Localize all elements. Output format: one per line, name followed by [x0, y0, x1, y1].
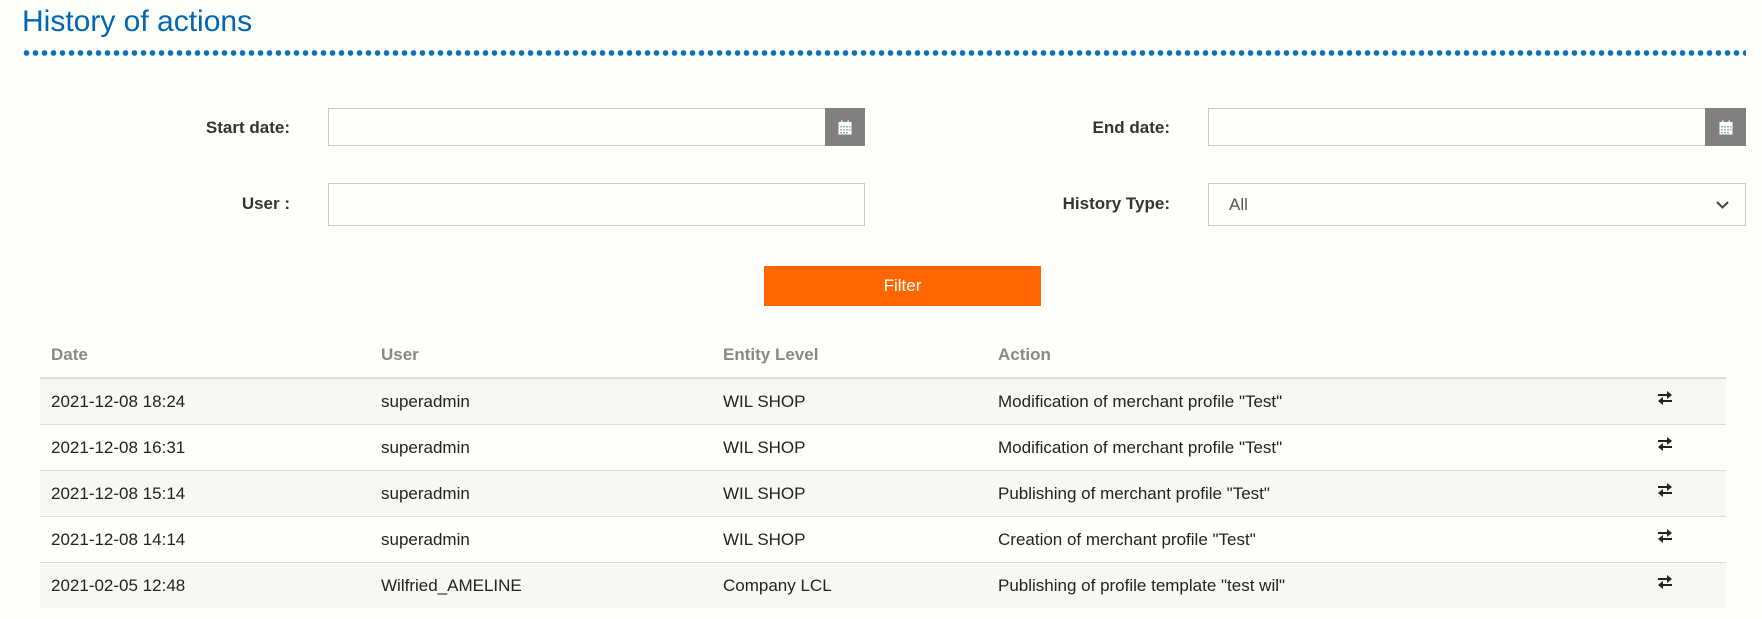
cell-action: Modification of merchant profile "Test"	[998, 438, 1283, 457]
start-date-calendar-button[interactable]	[825, 108, 865, 146]
user-label: User :	[241, 194, 290, 213]
cell-action: Publishing of merchant profile "Test"	[998, 484, 1270, 503]
cell-date: 2021-12-08 16:31	[51, 438, 186, 457]
table-header: Date User Entity Level Action	[40, 332, 1726, 379]
start-date-label: Start date:	[205, 118, 290, 137]
cell-date: 2021-12-08 15:14	[51, 484, 186, 503]
end-date-calendar-button[interactable]	[1705, 108, 1746, 146]
start-date-input[interactable]	[328, 108, 826, 146]
cell-entity-level: Company LCL	[723, 576, 832, 595]
history-type-select[interactable]: All	[1208, 183, 1746, 226]
user-input[interactable]	[328, 183, 865, 226]
cell-date: 2021-02-05 12:48	[51, 576, 186, 595]
table-row: 2021-12-08 16:31 superadmin WIL SHOP Mod…	[40, 425, 1726, 471]
cell-user: superadmin	[381, 438, 470, 457]
page-title: History of actions	[22, 5, 253, 38]
column-header-action[interactable]: Action	[998, 345, 1051, 365]
history-type-label: History Type:	[1062, 194, 1170, 213]
end-date-input[interactable]	[1208, 108, 1706, 146]
history-table: Date User Entity Level Action 2021-12-08…	[40, 332, 1726, 608]
calendar-icon	[1719, 120, 1732, 134]
swap-arrows-icon[interactable]	[1655, 482, 1675, 503]
cell-action: Publishing of profile template "test wil…	[998, 576, 1286, 595]
column-header-date[interactable]: Date	[51, 345, 88, 365]
table-row: 2021-12-08 15:14 superadmin WIL SHOP Pub…	[40, 471, 1726, 517]
cell-entity-level: WIL SHOP	[723, 530, 806, 549]
swap-arrows-icon[interactable]	[1655, 436, 1675, 457]
cell-action: Creation of merchant profile "Test"	[998, 530, 1256, 549]
calendar-icon	[838, 120, 852, 134]
column-header-entity-level[interactable]: Entity Level	[723, 345, 818, 365]
cell-user: Wilfried_AMELINE	[381, 576, 522, 595]
column-header-user[interactable]: User	[381, 345, 419, 365]
filter-button[interactable]: Filter	[764, 266, 1041, 306]
swap-arrows-icon[interactable]	[1655, 528, 1675, 549]
cell-user: superadmin	[381, 392, 470, 411]
history-type-selected-value: All	[1229, 194, 1248, 214]
cell-entity-level: WIL SHOP	[723, 484, 806, 503]
end-date-label: End date:	[1092, 118, 1170, 137]
cell-date: 2021-12-08 14:14	[51, 530, 186, 549]
cell-action: Modification of merchant profile "Test"	[998, 392, 1283, 411]
chevron-down-icon	[1716, 200, 1729, 209]
swap-arrows-icon[interactable]	[1655, 574, 1675, 595]
table-row: 2021-12-08 14:14 superadmin WIL SHOP Cre…	[40, 517, 1726, 563]
cell-user: superadmin	[381, 530, 470, 549]
cell-entity-level: WIL SHOP	[723, 392, 806, 411]
table-body: 2021-12-08 18:24 superadmin WIL SHOP Mod…	[40, 379, 1726, 608]
cell-user: superadmin	[381, 484, 470, 503]
table-row: 2021-12-08 18:24 superadmin WIL SHOP Mod…	[40, 379, 1726, 425]
cell-entity-level: WIL SHOP	[723, 438, 806, 457]
cell-date: 2021-12-08 18:24	[51, 392, 186, 411]
table-row: 2021-02-05 12:48 Wilfried_AMELINE Compan…	[40, 563, 1726, 608]
title-dotted-divider	[22, 50, 1746, 56]
swap-arrows-icon[interactable]	[1655, 390, 1675, 411]
